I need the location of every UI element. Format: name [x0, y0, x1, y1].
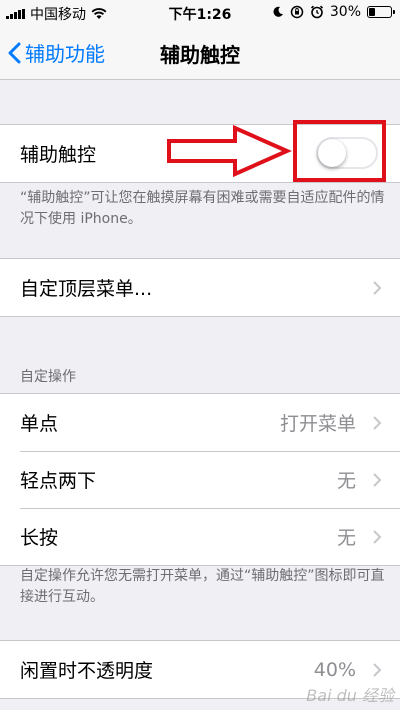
action-value: 无 [336, 527, 356, 549]
battery-percent: 30% [329, 4, 361, 20]
idle-opacity-label: 闲置时不透明度 [20, 660, 154, 682]
chevron-right-icon [373, 472, 382, 487]
idle-opacity-value: 40% [313, 658, 356, 681]
chevron-right-icon [373, 280, 382, 295]
nav-bar: 辅助功能 辅助触控 [0, 26, 400, 80]
custom-actions-header: 自定操作 [20, 369, 76, 385]
watermark-logo: Bai du 经验 [306, 686, 394, 705]
custom-action-row-long-press[interactable]: 长按 无 [0, 508, 400, 565]
action-label: 单点 [20, 413, 59, 435]
battery-icon [367, 6, 395, 18]
custom-actions-note: 自定操作允许您无需打开菜单，通过“辅助触控”图标即可直接进行互动。 [20, 568, 385, 605]
orientation-lock-icon [290, 5, 304, 19]
status-right: 30% [272, 4, 395, 20]
action-label: 长按 [20, 527, 59, 549]
custom-action-row-single-tap[interactable]: 单点 打开菜单 [0, 394, 400, 451]
top-menu-row[interactable]: 自定顶层菜单... [0, 259, 400, 316]
action-value: 打开菜单 [279, 413, 356, 435]
alarm-icon [310, 5, 323, 19]
assistive-touch-label: 辅助触控 [20, 144, 97, 166]
custom-actions-group: 单点 打开菜单 轻点两下 无 长按 无 [0, 393, 400, 566]
chevron-right-icon [373, 662, 382, 677]
status-bar: 中国移动 下午1:26 30% [0, 0, 400, 26]
moon-icon [273, 6, 283, 17]
chevron-right-icon [373, 415, 382, 430]
custom-action-row-double-tap[interactable]: 轻点两下 无 [0, 451, 400, 508]
annotation-highlight-box [293, 120, 386, 182]
chevron-right-icon [373, 529, 382, 544]
battery-fill [369, 8, 376, 16]
action-value: 无 [336, 470, 356, 492]
top-menu-label: 自定顶层菜单... [20, 278, 153, 300]
action-label: 轻点两下 [20, 470, 97, 492]
assistive-touch-note: “辅助触控”可让您在触摸屏幕有困难或需要自适应配件的情况下使用 iPhone。 [20, 190, 385, 227]
annotation-arrow-icon [167, 124, 292, 178]
page-title: 辅助触控 [160, 43, 240, 67]
top-menu-group: 自定顶层菜单... [0, 258, 400, 317]
